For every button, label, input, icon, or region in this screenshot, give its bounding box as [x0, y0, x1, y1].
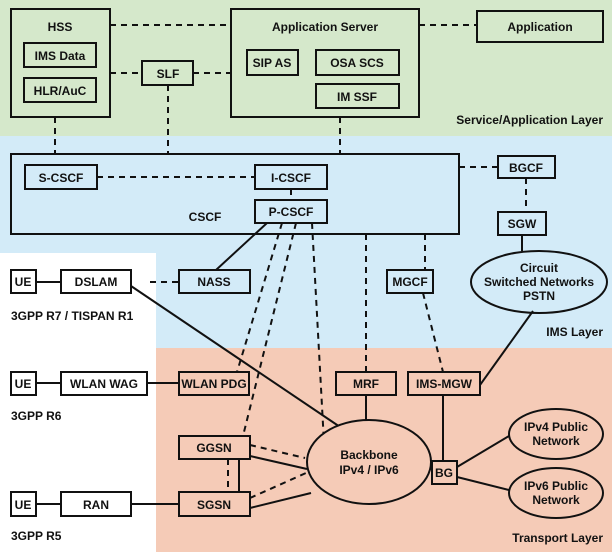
sip-as-label: SIP AS	[253, 56, 292, 70]
nass-label: NASS	[197, 275, 230, 289]
ipv6-public-network: IPv6 Public Network	[508, 467, 604, 519]
ggsn-label: GGSN	[196, 441, 231, 455]
ue-label: UE	[15, 498, 32, 512]
slf-label: SLF	[157, 67, 180, 81]
sgsn: SGSN	[178, 491, 251, 517]
pstn-label-3: PSTN	[523, 289, 555, 303]
backbone: Backbone IPv4 / IPv6	[306, 419, 432, 505]
ims-layer-label: IMS Layer	[546, 325, 603, 339]
wlan-wag-label: WLAN WAG	[70, 377, 138, 391]
transport-layer-label: Transport Layer	[512, 531, 603, 545]
ipv4-label-1: IPv4 Public	[524, 420, 588, 434]
ue-label: UE	[15, 275, 32, 289]
backbone-label-1: Backbone	[340, 448, 398, 462]
ipv4-public-network: IPv4 Public Network	[508, 408, 604, 460]
sgsn-label: SGSN	[197, 498, 231, 512]
pstn-label-2: Switched Networks	[484, 275, 594, 289]
cscf-label: CSCF	[189, 210, 222, 224]
mrf-label: MRF	[353, 377, 379, 391]
app-server-label: Application Server	[272, 20, 378, 34]
service-layer-label: Service/Application Layer	[456, 113, 603, 127]
osa-scs-label: OSA SCS	[330, 56, 384, 70]
wlan-pdg-label: WLAN PDG	[181, 377, 246, 391]
ipv4-label-2: Network	[532, 434, 580, 448]
ue-label: UE	[15, 377, 32, 391]
hlr-auc-label: HLR/AuC	[34, 84, 87, 98]
ims-mgw-label: IMS-MGW	[416, 377, 473, 391]
slf: SLF	[141, 60, 194, 86]
hss-label: HSS	[48, 20, 73, 34]
s-cscf-label: S-CSCF	[39, 171, 84, 185]
i-cscf-label: I-CSCF	[271, 171, 311, 185]
r5-label: 3GPP R5	[11, 529, 62, 543]
r6-label: 3GPP R6	[11, 409, 62, 423]
p-cscf-label: P-CSCF	[269, 205, 314, 219]
backbone-label-2: IPv4 / IPv6	[339, 463, 399, 477]
ggsn: GGSN	[178, 435, 251, 460]
bg: BG	[431, 460, 458, 485]
dslam-label: DSLAM	[75, 275, 118, 289]
mgcf-label: MGCF	[392, 275, 427, 289]
ims-architecture-diagram: HSS IMS Data HLR/AuC SLF Application Ser…	[0, 0, 612, 552]
application-label: Application	[507, 20, 572, 34]
sgw-label: SGW	[508, 217, 537, 231]
ims-data-label: IMS Data	[35, 49, 86, 63]
ran-label: RAN	[83, 498, 109, 512]
im-ssf-label: IM SSF	[337, 90, 377, 104]
bg-label: BG	[435, 466, 453, 480]
ipv6-label-2: Network	[532, 493, 580, 507]
bgcf-label: BGCF	[509, 161, 543, 175]
ipv6-label-1: IPv6 Public	[524, 479, 588, 493]
pstn-label-1: Circuit	[520, 261, 558, 275]
r7-label: 3GPP R7 / TISPAN R1	[11, 309, 134, 323]
